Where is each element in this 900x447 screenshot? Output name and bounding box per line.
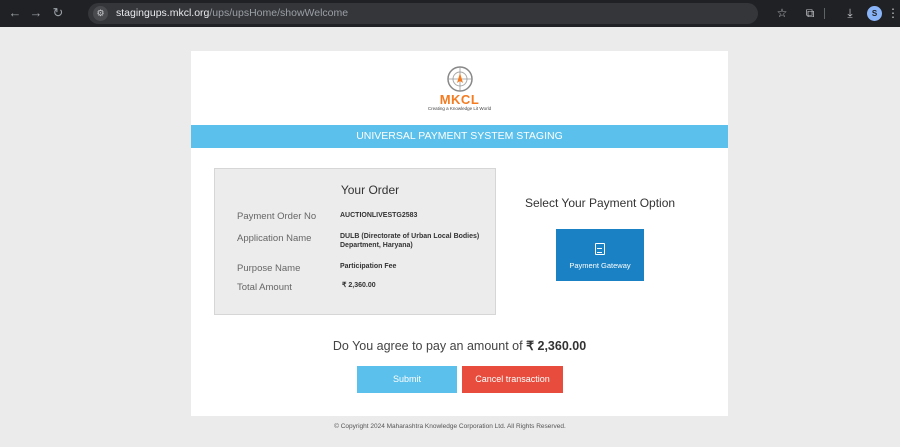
payment-card: MKCL Creating a Knowledge Lit World UNIV…	[191, 51, 728, 416]
payment-option-title: Select Your Payment Option	[524, 196, 676, 210]
download-icon[interactable]: ⤓	[841, 4, 859, 22]
cancel-transaction-button[interactable]: Cancel transaction	[462, 366, 563, 393]
toolbar-divider	[824, 8, 825, 19]
payment-gateway-button[interactable]: Payment Gateway	[556, 229, 644, 281]
confirm-amount: ₹ 2,360.00	[526, 339, 587, 353]
order-title: Your Order	[340, 183, 400, 197]
url-path: /ups/upsHome/showWelcome	[209, 7, 349, 19]
payment-order-no-label: Payment Order No	[237, 211, 317, 222]
reload-icon[interactable]: ↻	[49, 4, 67, 22]
url-host: stagingups.mkcl.org	[116, 7, 210, 19]
total-amount-label: Total Amount	[237, 282, 292, 293]
site-info-icon[interactable]: ⚙	[93, 6, 108, 21]
address-bar[interactable]: ⚙ stagingups.mkcl.org/ups/upsHome/showWe…	[88, 3, 758, 24]
payment-order-no-value: AUCTIONLIVESTG2583	[340, 212, 418, 219]
profile-avatar[interactable]: S	[867, 6, 882, 21]
purpose-name-label: Purpose Name	[237, 263, 301, 274]
url-text[interactable]: stagingups.mkcl.org/ups/upsHome/showWelc…	[116, 7, 348, 19]
purpose-name-value: Participation Fee	[340, 263, 397, 270]
payment-gateway-label: Payment Gateway	[569, 261, 631, 270]
submit-button[interactable]: Submit	[357, 366, 457, 393]
copyright-footer: © Copyright 2024 Maharashtra Knowledge C…	[334, 423, 566, 430]
order-summary: Your Order Payment Order No AUCTIONLIVES…	[214, 168, 496, 315]
logo-name: MKCL	[439, 92, 480, 107]
forward-icon[interactable]: →	[27, 4, 45, 22]
application-name-value: DULB (Directorate of Urban Local Bodies)…	[340, 233, 480, 249]
document-icon	[595, 243, 605, 255]
extensions-icon[interactable]: ⧉	[801, 4, 819, 22]
mkcl-emblem-icon	[446, 66, 473, 92]
logo-tagline: Creating a Knowledge Lit World	[427, 106, 492, 111]
mkcl-logo: MKCL Creating a Knowledge Lit World	[191, 65, 728, 112]
total-amount-value: ₹ 2,360.00	[342, 282, 376, 289]
menu-kebab-icon[interactable]: ⋮	[884, 4, 900, 22]
confirm-amount-text: Do You agree to pay an amount of ₹ 2,360…	[191, 338, 728, 353]
application-name-label: Application Name	[237, 233, 312, 244]
back-icon[interactable]: ←	[6, 4, 24, 22]
confirm-question: Do You agree to pay an amount of	[332, 339, 523, 353]
browser-toolbar: ← → ↻ ⚙ stagingups.mkcl.org/ups/upsHome/…	[0, 0, 900, 27]
page-banner: UNIVERSAL PAYMENT SYSTEM STAGING	[191, 125, 728, 148]
bookmark-star-icon[interactable]: ☆	[773, 4, 791, 22]
